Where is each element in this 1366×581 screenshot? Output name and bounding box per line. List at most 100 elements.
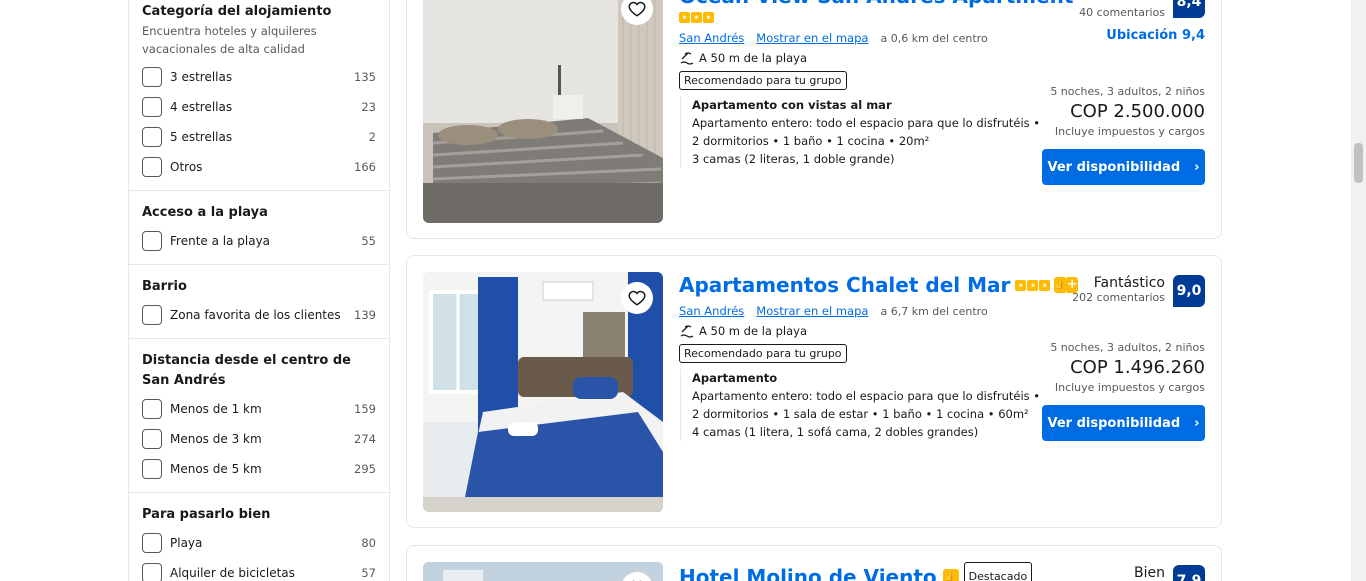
filter-label: 5 estrellas — [170, 130, 233, 144]
checkbox[interactable] — [142, 429, 162, 449]
button-label: Ver disponibilidad — [1047, 159, 1181, 175]
city-link[interactable]: San Andrés — [679, 31, 744, 45]
wishlist-heart-button[interactable] — [621, 282, 653, 314]
review-score[interactable]: Fantástico 202 comentarios 9,0 — [1005, 275, 1205, 307]
property-photo[interactable] — [423, 0, 663, 223]
see-availability-button[interactable]: Ver disponibilidad › — [1042, 149, 1205, 185]
filter-count: 159 — [354, 402, 376, 416]
property-title[interactable]: Hotel Molino de Viento 👍 Destacado — [679, 562, 1059, 581]
property-info: Hotel Molino de Viento 👍 Destacado — [679, 562, 1059, 581]
review-count: 40 comentarios — [1079, 6, 1165, 19]
review-score[interactable]: 40 comentarios 8,4 — [1005, 0, 1205, 20]
filter-count: 23 — [361, 100, 376, 114]
property-photo[interactable] — [423, 562, 663, 581]
filter-option-beach[interactable]: Playa 80 — [142, 528, 376, 558]
filter-option-4-stars[interactable]: 4 estrellas 23 — [142, 92, 376, 122]
star-icon — [679, 11, 690, 23]
beach-distance: A 50 m de la playa — [679, 324, 1059, 338]
checkbox[interactable] — [142, 231, 162, 251]
unit-title: Apartamento con vistas al mar — [692, 98, 892, 112]
chevron-right-icon: › — [1194, 415, 1200, 431]
price-block: Bien 7,9 — [1005, 565, 1205, 581]
filter-count: 274 — [354, 432, 376, 446]
unit-rooms: 2 dormitorios • 1 sala de estar • 1 baño… — [692, 407, 1029, 421]
price: COP 2.500.000 — [1070, 101, 1205, 122]
checkbox[interactable] — [142, 97, 162, 117]
chevron-right-icon: › — [1194, 159, 1200, 175]
filter-option-less-5km[interactable]: Menos de 5 km 295 — [142, 454, 376, 484]
property-title-text[interactable]: Hotel Molino de Viento — [679, 564, 937, 581]
score-label: Bien — [1134, 565, 1165, 581]
filter-count: 57 — [361, 566, 376, 580]
filter-label: Zona favorita de los clientes — [170, 308, 341, 322]
checkbox[interactable] — [142, 399, 162, 419]
checkbox[interactable] — [142, 533, 162, 553]
filter-label: Alquiler de bicicletas — [170, 566, 295, 580]
filter-count: 139 — [354, 308, 376, 322]
location-row: San Andrés Mostrar en el mapa a 0,6 km d… — [679, 31, 1059, 45]
review-count: 202 comentarios — [1072, 291, 1165, 304]
price-block: Fantástico 202 comentarios 9,0 5 noches,… — [1005, 275, 1205, 441]
filter-option-less-3km[interactable]: Menos de 3 km 274 — [142, 424, 376, 454]
location-score: Ubicación 9,4 — [1106, 28, 1205, 43]
scrollbar-thumb[interactable] — [1354, 143, 1363, 183]
beach-icon — [680, 52, 694, 65]
checkbox[interactable] — [142, 157, 162, 177]
stay-details: 5 noches, 3 adultos, 2 niños — [1050, 341, 1205, 354]
review-score[interactable]: Bien 7,9 — [1005, 565, 1205, 581]
property-info: Ocean View San Andres Apartment San Andr… — [679, 0, 1073, 168]
thumbs-up-icon: 👍 — [942, 569, 959, 581]
taxes-note: Incluye impuestos y cargos — [1054, 381, 1205, 394]
page-scrollbar[interactable] — [1351, 0, 1366, 581]
filter-option-bike-rental[interactable]: Alquiler de bicicletas 57 — [142, 558, 376, 581]
filter-group-distance: Distancia desde el centro de San Andrés … — [129, 339, 389, 493]
taxes-note: Incluye impuestos y cargos — [1054, 125, 1205, 138]
heart-icon — [628, 1, 646, 17]
filter-option-less-1km[interactable]: Menos de 1 km 159 — [142, 394, 376, 424]
button-label: Ver disponibilidad — [1047, 415, 1181, 431]
filter-label: Menos de 5 km — [170, 462, 262, 476]
star-icon — [703, 11, 714, 23]
property-card: Ocean View San Andres Apartment San Andr… — [406, 0, 1222, 239]
filter-count: 166 — [354, 160, 376, 174]
checkbox[interactable] — [142, 127, 162, 147]
property-title-text[interactable]: Apartamentos Chalet del Mar — [679, 272, 1010, 298]
filter-option-others[interactable]: Otros 166 — [142, 152, 376, 182]
checkbox[interactable] — [142, 459, 162, 479]
unit-details: Apartamento Apartamento entero: todo el … — [680, 369, 1059, 441]
price-block: 40 comentarios 8,4 Ubicación 9,4 5 noche… — [1005, 0, 1205, 185]
filter-label: Menos de 3 km — [170, 432, 262, 446]
property-info: Apartamentos Chalet del Mar 👍 + San André… — [679, 272, 1078, 441]
unit-description: Apartamento entero: todo el espacio para… — [692, 389, 1041, 403]
filter-option-5-stars[interactable]: 5 estrellas 2 — [142, 122, 376, 152]
filter-label: Menos de 1 km — [170, 402, 262, 416]
city-link[interactable]: San Andrés — [679, 304, 744, 318]
checkbox[interactable] — [142, 563, 162, 581]
filter-option-3-stars[interactable]: 3 estrellas 135 — [142, 62, 376, 92]
property-title[interactable]: Ocean View San Andres Apartment — [679, 0, 1073, 9]
checkbox[interactable] — [142, 67, 162, 87]
recommended-badge: Recomendado para tu grupo — [679, 344, 847, 363]
property-photo[interactable] — [423, 272, 663, 512]
filter-label: Playa — [170, 536, 203, 550]
filter-count: 295 — [354, 462, 376, 476]
show-map-link[interactable]: Mostrar en el mapa — [756, 304, 868, 318]
filter-count: 2 — [368, 130, 376, 144]
filter-option-beachfront[interactable]: Frente a la playa 55 — [142, 226, 376, 256]
unit-rooms: 2 dormitorios • 1 baño • 1 cocina • 20m² — [692, 134, 930, 148]
filter-label: 3 estrellas — [170, 70, 233, 84]
filter-title: Para pasarlo bien — [142, 507, 271, 522]
filter-group-fun: Para pasarlo bien Playa 80 Alquiler de bi… — [129, 493, 389, 581]
score-badge: 8,4 — [1173, 0, 1205, 18]
heart-icon — [628, 290, 646, 306]
price: COP 1.496.260 — [1070, 357, 1205, 378]
checkbox[interactable] — [142, 305, 162, 325]
property-title[interactable]: Apartamentos Chalet del Mar 👍 + — [679, 272, 1078, 298]
filter-group-category: Categoría del alojamiento Encuentra hote… — [129, 0, 389, 191]
filter-label: Frente a la playa — [170, 234, 271, 248]
show-map-link[interactable]: Mostrar en el mapa — [756, 31, 868, 45]
distance-text: a 0,6 km del centro — [880, 32, 988, 45]
see-availability-button[interactable]: Ver disponibilidad › — [1042, 405, 1205, 441]
filter-count: 80 — [361, 536, 376, 550]
filter-option-favorite-zone[interactable]: Zona favorita de los clientes 139 — [142, 300, 376, 330]
